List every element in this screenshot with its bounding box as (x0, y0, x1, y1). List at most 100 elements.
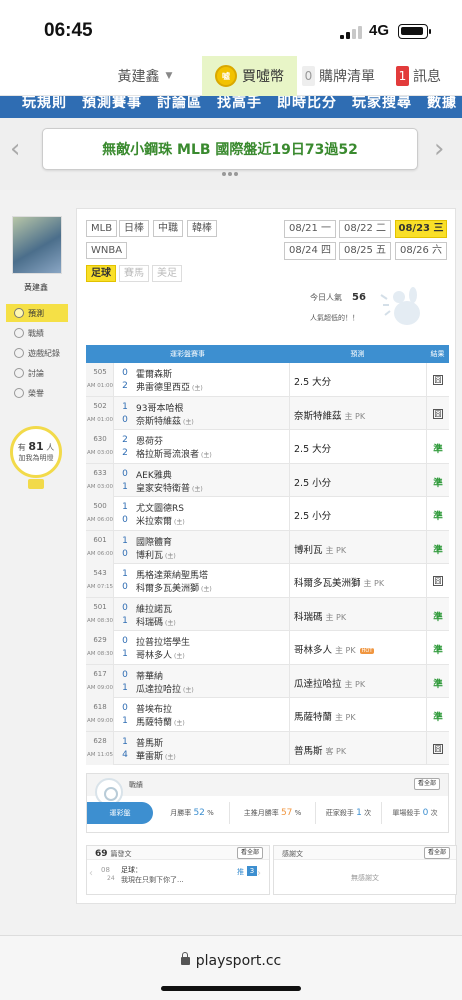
sidebar-item-honor[interactable]: 榮譽 (6, 384, 68, 402)
sport-tab-mlb[interactable]: MLB (86, 220, 118, 237)
away-team[interactable]: 國際體育 (136, 535, 286, 548)
sidebar-item-discussion[interactable]: 討論 (6, 364, 68, 382)
away-team[interactable]: 蒂華納 (136, 669, 286, 682)
stat-unit: % (207, 809, 214, 817)
date-tab-selected[interactable]: 08/23 三 (395, 220, 447, 238)
post-category: 足球： (121, 866, 142, 874)
away-team[interactable]: 普馬斯 (136, 736, 286, 749)
home-team[interactable]: 奈斯特維茲 (136, 417, 181, 427)
home-team[interactable]: 科爾多瓦美洲獅 (136, 584, 199, 594)
sport-tab-npb[interactable]: 日棒 (119, 220, 149, 237)
result-correct: 準 (433, 544, 443, 556)
away-score: 1 (122, 569, 128, 579)
home-team[interactable]: 格拉斯哥流浪者 (136, 450, 199, 460)
column-divider (289, 597, 290, 631)
prediction-type: 主 PK (335, 713, 356, 722)
sport-tab-nfl[interactable]: 美足 (152, 265, 182, 282)
home-team-cell: 馬薩特蘭 (主) (136, 715, 286, 728)
table-row[interactable]: 505 AM 01:00 0 2 霍爾森斯 弗雷德里西亞 (主) 2.5 大分 囧 (86, 363, 449, 397)
away-team[interactable]: 93哥本哈根 (136, 401, 286, 414)
prediction-pick: 普馬斯 (294, 745, 323, 757)
home-team[interactable]: 皇家安特衛普 (136, 484, 190, 494)
home-indicator[interactable] (161, 986, 301, 991)
avatar[interactable] (12, 216, 62, 274)
thanks-view-all-button[interactable]: 看全部 (424, 847, 451, 859)
sport-tab-cpbl[interactable]: 中職 (153, 220, 183, 237)
result-wrong: 囧 (433, 408, 443, 419)
main-nav-bar[interactable]: 玩規則 預測賽事 討論區 找高手 即時比分 玩家搜尋 數據 (0, 96, 462, 118)
away-team[interactable]: 霍爾森斯 (136, 367, 286, 380)
caret-down-icon: ▼ (165, 71, 173, 81)
bulb-base (28, 479, 44, 489)
sport-tab-kbo[interactable]: 韓棒 (187, 220, 217, 237)
sidebar-item-record[interactable]: 戰績 (6, 324, 68, 342)
table-row[interactable]: 601 AM 06:00 1 0 國際體育 博利瓦 (主) 博利瓦主 PK 準 (86, 530, 449, 564)
table-row[interactable]: 501 AM 08:30 0 1 維拉諾瓦 科瑞碼 (主) 科瑞碼主 PK 準 (86, 597, 449, 631)
sport-tab-wnba[interactable]: WNBA (86, 242, 128, 259)
away-team[interactable]: 馬格達萊納聖馬塔 (136, 568, 286, 581)
home-team[interactable]: 米拉索爾 (136, 517, 172, 527)
away-team[interactable]: 拉普拉塔學生 (136, 635, 286, 648)
mascot-icon (380, 287, 420, 325)
away-team[interactable]: 普埃布拉 (136, 702, 286, 715)
home-marker: (主) (165, 619, 176, 627)
date-tab[interactable]: 08/21 一 (284, 220, 336, 238)
match-time: AM 01:00 (86, 416, 114, 423)
date-tab[interactable]: 08/25 五 (339, 242, 391, 260)
table-row[interactable]: 618 AM 09:00 0 1 普埃布拉 馬薩特蘭 (主) 馬薩特蘭主 PK 準 (86, 698, 449, 732)
away-team[interactable]: 尤文圖德RS (136, 501, 286, 514)
posts-view-all-button[interactable]: 看全部 (237, 847, 264, 859)
home-team[interactable]: 華雷斯 (136, 752, 163, 762)
column-divider (289, 530, 290, 564)
date-tab[interactable]: 08/22 二 (339, 220, 391, 238)
home-marker: (主) (192, 385, 203, 392)
url-display[interactable]: playsport.cc (0, 952, 462, 969)
home-team[interactable]: 哥林多人 (136, 651, 172, 661)
chevron-right-icon[interactable]: › (434, 134, 444, 164)
carousel-dot[interactable] (228, 172, 232, 176)
messages-link[interactable]: 1 訊息 (396, 56, 462, 96)
match-number: 543 (93, 569, 107, 577)
home-team[interactable]: 博利瓦 (136, 551, 163, 561)
chevron-right-icon[interactable]: › (257, 868, 261, 879)
cart-link[interactable]: 0 購牌清單 (302, 56, 392, 96)
table-row[interactable]: 502 AM 01:00 1 0 93哥本哈根 奈斯特維茲 (主) 奈斯特維茲主 PK 囧 (86, 396, 449, 430)
browser-url-bar[interactable]: playsport.cc (0, 935, 462, 1000)
post-item[interactable]: ‹ 08 24 足球： 我現在只剩下你了... 推 3 › (87, 864, 269, 892)
sidebar-item-predict[interactable]: 預測 (6, 304, 68, 322)
table-row[interactable]: 628 AM 11:05 1 4 普馬斯 華雷斯 (主) 普馬斯客 PK 囧 (86, 731, 449, 765)
away-team[interactable]: AEK雅典 (136, 468, 286, 481)
banner-link[interactable]: 無敵小鋼珠 MLB 國際盤近19日73過52 (42, 128, 418, 170)
home-team[interactable]: 弗雷德里西亞 (136, 383, 190, 393)
carousel-dot[interactable] (222, 172, 226, 176)
chevron-left-icon[interactable]: ‹ (89, 868, 93, 879)
date-tab[interactable]: 08/24 四 (284, 242, 336, 260)
buy-coin-button[interactable]: 噓 買噓幣 (202, 56, 297, 96)
record-view-all-button[interactable]: 看全部 (414, 778, 441, 790)
sport-tab-soccer[interactable]: 足球 (86, 265, 116, 282)
date-label: 08/25 (343, 245, 373, 256)
table-row[interactable]: 500 AM 06:00 1 0 尤文圖德RS 米拉索爾 (主) 2.5 小分準 (86, 497, 449, 531)
column-divider (289, 631, 290, 664)
away-score: 0 (122, 368, 128, 378)
table-row[interactable]: 630 AM 03:00 2 2 恩荷芬 格拉斯哥流浪者 (主) 2.5 大分 準 (86, 430, 449, 464)
username: 黃建鑫 (117, 69, 160, 85)
match-meta: 601 AM 06:00 (86, 530, 114, 564)
table-row[interactable]: 543 AM 07:15 1 0 馬格達萊納聖馬塔 科爾多瓦美洲獅 (主) 科爾多瓦美洲獅主 … (86, 564, 449, 598)
home-team[interactable]: 馬薩特蘭 (136, 718, 172, 728)
table-row[interactable]: 629 AM 08:30 0 1 拉普拉塔學生 哥林多人 (主) 哥林多人主 PK HOT 準 (86, 631, 449, 665)
away-team[interactable]: 恩荷芬 (136, 434, 286, 447)
chevron-left-icon[interactable]: ‹ (10, 134, 20, 164)
table-row[interactable]: 617 AM 09:00 0 1 蒂華納 瓜達拉哈拉 (主) 瓜達拉哈拉主 PK 準 (86, 664, 449, 698)
light-bulb-widget[interactable]: 有 81 人 加我為明燈 (6, 426, 66, 496)
user-menu[interactable]: 黃建鑫 ▼ (90, 56, 200, 96)
carousel-dot[interactable] (234, 172, 238, 176)
table-row[interactable]: 633 AM 03:00 0 1 AEK雅典 皇家安特衛普 (主) 2.5 小分 準 (86, 463, 449, 497)
away-team[interactable]: 維拉諾瓦 (136, 602, 286, 615)
home-team[interactable]: 科瑞碼 (136, 618, 163, 628)
home-team[interactable]: 瓜達拉哈拉 (136, 685, 181, 695)
sport-tab-horse[interactable]: 賽馬 (119, 265, 149, 282)
result-cell: 囧 (427, 408, 449, 419)
sidebar-item-game-log[interactable]: 遊戲紀錄 (6, 344, 68, 362)
date-tab[interactable]: 08/26 六 (395, 242, 447, 260)
